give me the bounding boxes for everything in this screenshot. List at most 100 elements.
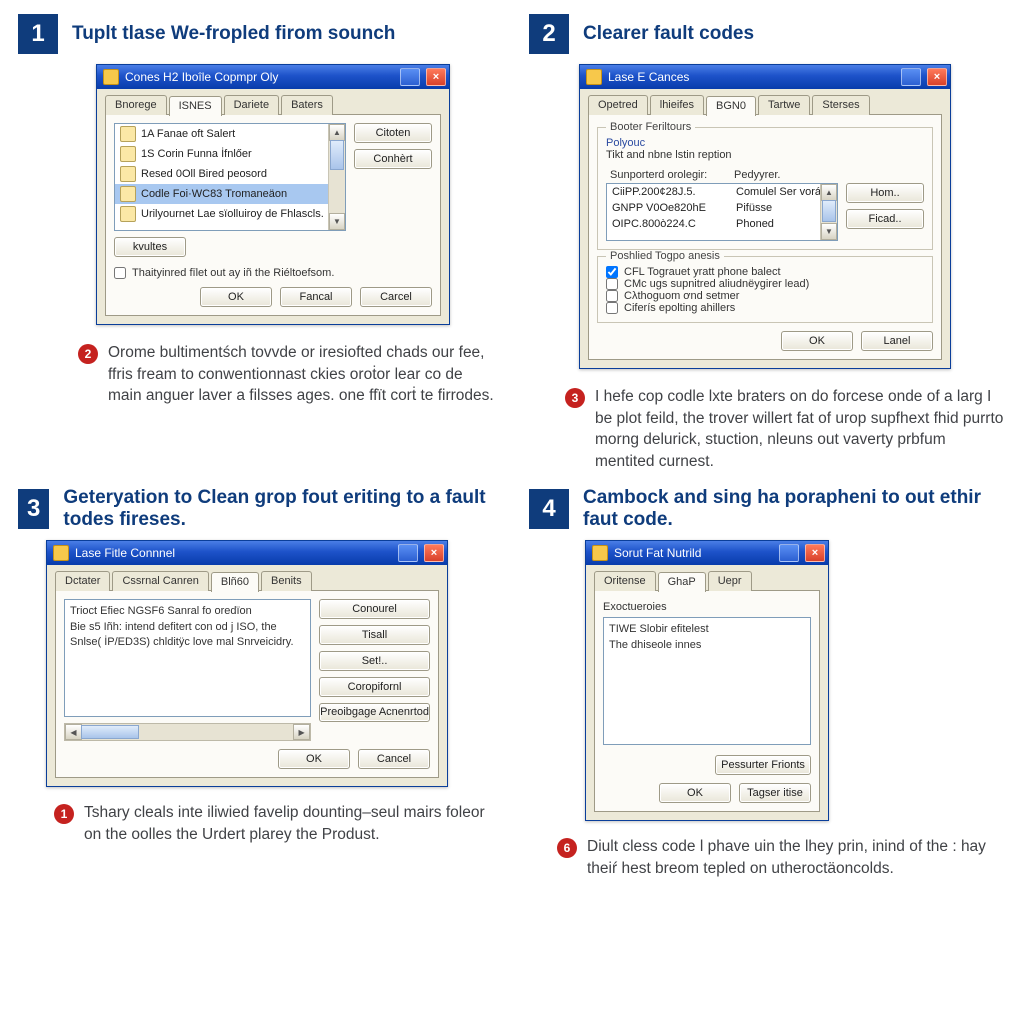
minimize-button[interactable] <box>901 68 921 86</box>
folder-icon <box>120 126 136 142</box>
caption-6: 6 Diult cless code l phave uin the lhey … <box>557 836 1006 879</box>
tab-sterses[interactable]: Sterses <box>812 95 869 115</box>
step-3-header: 3 Geteryation to Clean grop fout eriting… <box>18 487 495 531</box>
check-1[interactable]: CFL Tograuet yratt phone balect <box>606 266 924 278</box>
citoten-button[interactable]: Citoten <box>354 123 432 143</box>
tab-opetred[interactable]: Opetred <box>588 95 648 115</box>
checkbox-input[interactable] <box>114 267 126 279</box>
option-checkbox[interactable]: Thaityinred fīlet out ay iñ the Riéltoef… <box>114 267 432 279</box>
minimize-button[interactable] <box>400 68 420 86</box>
tisall-button[interactable]: Tisall <box>319 625 430 645</box>
lanel-button[interactable]: Lanel <box>861 331 933 351</box>
table-row: CiiPP.200¢28J.5.Comulel Ser vorágt <box>607 184 837 200</box>
tab-dctater[interactable]: Dctater <box>55 571 110 591</box>
check-2[interactable]: CMc ugs supnitred aliudnëygirer lead) <box>606 278 924 290</box>
horizontal-scrollbar[interactable]: ◀ ▶ <box>64 723 311 741</box>
tab-bh60[interactable]: Blñ60 <box>211 572 259 592</box>
vertical-scrollbar[interactable]: ▲ ▼ <box>820 184 837 240</box>
hom-button[interactable]: Hom.. <box>846 183 924 203</box>
conourel-button[interactable]: Conourel <box>319 599 430 619</box>
log-textarea[interactable]: Trioct Efiec NGSF6 Sanral fo oredïon Bie… <box>64 599 311 717</box>
tab-cssrnal[interactable]: Cssrnal Canren <box>112 571 208 591</box>
step-3-number: 3 <box>18 489 49 529</box>
app-icon <box>586 69 602 85</box>
app-icon <box>592 545 608 561</box>
step-4-header: 4 Cambock and sing ha porapheni to out e… <box>529 487 1006 531</box>
page-icon <box>120 166 136 182</box>
list-item-selected: Codle Foi·WC83 Tromaneäon <box>115 184 345 204</box>
step-1-header: 1 Tuplt tlase We-fropled firom sounch <box>18 14 495 54</box>
step-4-title: Cambock and sing ha porapheni to out eth… <box>583 487 983 531</box>
tab-oritense[interactable]: Oritense <box>594 571 656 591</box>
col-header-a: Sunporterd orolegir: <box>606 167 730 183</box>
coropifornl-button[interactable]: Coropifornl <box>319 677 430 697</box>
close-button[interactable]: × <box>424 544 444 562</box>
minimize-button[interactable] <box>779 544 799 562</box>
check-4[interactable]: Ciferís epolting ahillers <box>606 302 924 314</box>
scroll-down-icon[interactable]: ▼ <box>329 213 345 230</box>
ficad-button[interactable]: Ficad.. <box>846 209 924 229</box>
tab-baters[interactable]: Baters <box>281 95 333 115</box>
conhert-button[interactable]: Conhèrt <box>354 149 432 169</box>
tab-tartwe[interactable]: Tartwe <box>758 95 810 115</box>
scroll-thumb[interactable] <box>330 140 344 170</box>
caption-badge: 2 <box>78 344 98 364</box>
scroll-thumb[interactable] <box>822 200 836 222</box>
caption-text: Orome bultimentśch tovvde or iresiofted … <box>108 342 495 407</box>
dialog-3-titlebar[interactable]: Lase Fitle Connnel × <box>47 541 447 565</box>
scroll-thumb[interactable] <box>81 725 139 739</box>
scroll-up-icon[interactable]: ▲ <box>821 184 837 201</box>
col-header-b: Pedyyrer. <box>730 167 838 183</box>
list-item: 1A Fanae oft Salert <box>115 124 345 144</box>
tagser-button[interactable]: Tagser itise <box>739 783 811 803</box>
caption-text: Diult cless code l phave uin the lhey pr… <box>587 836 1006 879</box>
tab-isnes[interactable]: ISNES <box>169 96 222 116</box>
close-button[interactable]: × <box>927 68 947 86</box>
ok-button[interactable]: OK <box>200 287 272 307</box>
set-button[interactable]: Set!.. <box>319 651 430 671</box>
tab-bgn0[interactable]: BGN0 <box>706 96 756 116</box>
kvultes-button[interactable]: kvultes <box>114 237 186 257</box>
ok-button[interactable]: OK <box>781 331 853 351</box>
vertical-scrollbar[interactable]: ▲ ▼ <box>328 124 345 230</box>
caption-badge: 3 <box>565 388 585 408</box>
list-item: 1S Corin Funna İfnlőer <box>115 144 345 164</box>
check-3[interactable]: Cλthoguom ơnd setmer <box>606 290 924 302</box>
minimize-button[interactable] <box>398 544 418 562</box>
dialog-2-titlebar[interactable]: Lase E Cances × <box>580 65 950 89</box>
table-row: OIPC.800ò224.CPhoned <box>607 216 837 232</box>
caption-1: 1 Tshary cleals inte iliwied favelip dou… <box>54 802 495 845</box>
table-row: GNPP V0Oe820hEPifüsse <box>607 200 837 216</box>
scroll-left-icon[interactable]: ◀ <box>65 724 82 740</box>
cancel-button[interactable]: Cancel <box>358 749 430 769</box>
dialog-1: Cones H2 Iboîle Copmpr Oly × Bnorege ISN… <box>96 64 450 325</box>
dialog-2: Lase E Cances × Opetred lhieifes BGN0 Ta… <box>579 64 951 369</box>
pessurter-button[interactable]: Pessurter Frionts <box>715 755 811 775</box>
scroll-right-icon[interactable]: ▶ <box>293 724 310 740</box>
step-2-number: 2 <box>529 14 569 54</box>
dialog-4-titlebar[interactable]: Sorut Fat Nutrild × <box>586 541 828 565</box>
close-button[interactable]: × <box>805 544 825 562</box>
module-listbox[interactable]: 1A Fanae oft Salert 1S Corin Funna İfnlő… <box>114 123 346 231</box>
scroll-up-icon[interactable]: ▲ <box>329 124 345 141</box>
tab-ghap[interactable]: GhaP <box>658 572 706 592</box>
tab-lhieifes[interactable]: lhieifes <box>650 95 704 115</box>
tab-dariete[interactable]: Dariete <box>224 95 279 115</box>
caption-text: Tshary cleals inte iliwied favelip dount… <box>84 802 495 845</box>
tab-benits[interactable]: Benits <box>261 571 312 591</box>
close-button[interactable]: × <box>426 68 446 86</box>
ok-button[interactable]: OK <box>278 749 350 769</box>
dialog-1-titlebar[interactable]: Cones H2 Iboîle Copmpr Oly × <box>97 65 449 89</box>
tab-uepr[interactable]: Uepr <box>708 571 752 591</box>
dialog-4-title: Sorut Fat Nutrild <box>614 546 773 560</box>
fancal-button[interactable]: Fancal <box>280 287 352 307</box>
results-textarea[interactable]: TIWE Slobir efitelest The dhiseole innes <box>603 617 811 745</box>
preoibgage-button[interactable]: Preoibgage Acnenrtod <box>319 703 430 722</box>
cancel-button[interactable]: Carcel <box>360 287 432 307</box>
caption-badge: 6 <box>557 838 577 858</box>
ok-button[interactable]: OK <box>659 783 731 803</box>
poly-text: Tikt and nbne lstin reption <box>606 149 924 161</box>
codes-listbox[interactable]: CiiPP.200¢28J.5.Comulel Ser vorágt GNPP … <box>606 183 838 241</box>
tab-bnorege[interactable]: Bnorege <box>105 95 167 115</box>
scroll-down-icon[interactable]: ▼ <box>821 223 837 240</box>
